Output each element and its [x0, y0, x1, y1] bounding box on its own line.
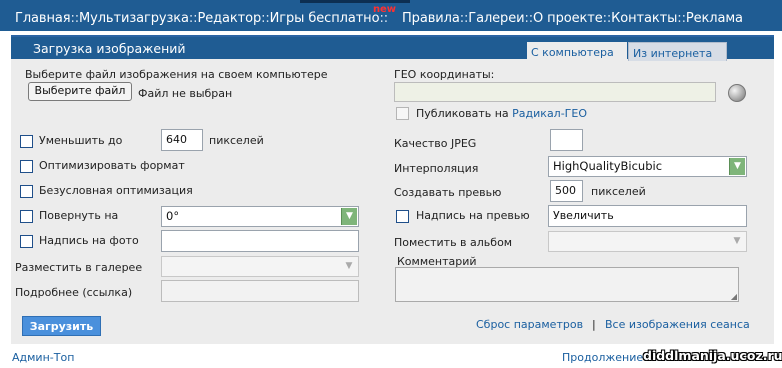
geo-label: ГЕО координаты: — [394, 68, 495, 81]
interpolation-label: Интерполяция — [394, 162, 479, 175]
reduce-unit-label: пикселей — [209, 134, 264, 147]
more-link-input[interactable] — [161, 280, 359, 302]
watermark: diddlmanija.ucoz.ru — [643, 348, 782, 363]
reset-params-link[interactable]: Сброс параметров — [476, 318, 583, 331]
nav-item-editor[interactable]: Редактор — [197, 11, 261, 26]
choose-file-button[interactable]: Выберите файл — [28, 82, 132, 101]
preview-caption-checkbox[interactable] — [396, 210, 409, 223]
page-title: Загрузка изображений — [33, 41, 186, 56]
preview-caption-input[interactable]: Увеличить — [548, 205, 747, 227]
dropdown-arrow-icon: ▼ — [733, 236, 741, 246]
rotate-select[interactable]: 0° ▼ — [161, 206, 359, 227]
session-images-link[interactable]: Все изображения сеанса — [605, 318, 750, 331]
optimize-format-checkbox[interactable] — [20, 160, 33, 173]
nav-item-free-games[interactable]: Игры бесплатно — [270, 11, 380, 26]
upload-button[interactable]: Загрузить — [22, 316, 101, 336]
publish-geo-text: Публиковать на — [416, 107, 509, 120]
nav-item-home[interactable]: Главная — [15, 11, 71, 26]
optimize-format-label: Оптимизировать формат — [39, 159, 185, 172]
nav-item-ads[interactable]: Реклама — [686, 11, 743, 26]
upload-panel: Загрузка изображений С компьютера Из инт… — [11, 35, 774, 344]
gallery-label: Разместить в галерее — [15, 261, 143, 274]
links-separator: | — [592, 318, 596, 331]
file-prompt-label: Выберите файл изображения на своем компь… — [25, 68, 328, 81]
photo-caption-checkbox[interactable] — [20, 235, 33, 248]
more-link-label: Подробнее (ссылка) — [15, 286, 133, 299]
preview-label: Создавать превью — [394, 186, 502, 199]
rotate-checkbox[interactable] — [20, 210, 33, 223]
preview-unit-label: пикселей — [591, 185, 646, 198]
force-optimization-checkbox[interactable] — [20, 185, 33, 198]
reduce-checkbox[interactable] — [20, 135, 33, 148]
preview-size-input[interactable]: 500 — [550, 180, 583, 202]
nav-top-strip — [300, 0, 410, 3]
nav-item-about[interactable]: О проекте — [533, 11, 603, 26]
radikal-geo-link[interactable]: Радикал-ГЕО — [512, 107, 587, 120]
publish-geo-label: Публиковать на Радикал-ГЕО — [416, 107, 587, 120]
geo-coordinates-input[interactable] — [394, 82, 716, 102]
gallery-select[interactable]: ▼ — [161, 256, 359, 277]
rotate-select-value: 0° — [166, 209, 180, 223]
dropdown-arrow-icon: ▼ — [341, 208, 357, 225]
nav-item-rules[interactable]: Правила — [402, 11, 460, 26]
nav-item-multiupload[interactable]: Мультизагрузка — [79, 11, 189, 26]
nav-item-contacts[interactable]: Контакты — [611, 11, 677, 26]
album-label: Поместить в альбом — [394, 236, 513, 249]
interpolation-select[interactable]: HighQualityBicubic ▼ — [548, 156, 747, 177]
tab-from-internet[interactable]: Из интернета — [628, 42, 727, 61]
globe-icon[interactable] — [728, 84, 746, 102]
rotate-label: Повернуть на — [39, 209, 119, 222]
new-badge: new — [373, 4, 396, 15]
continue-link[interactable]: Продолжение — [562, 351, 643, 364]
dropdown-arrow-icon: ▼ — [729, 158, 745, 175]
tab-from-computer[interactable]: С компьютера — [527, 42, 627, 61]
jpeg-quality-label: Качество JPEG — [394, 137, 477, 150]
nav-item-galleries[interactable]: Галереи — [468, 11, 524, 26]
jpeg-quality-input[interactable] — [550, 129, 583, 151]
nav-separator: :: — [677, 11, 686, 26]
nav-separator: :: — [602, 11, 612, 26]
photo-caption-label: Надпись на фото — [39, 234, 139, 247]
photo-caption-input[interactable] — [161, 230, 359, 252]
nav-separator: :: — [524, 11, 534, 26]
nav-separator: :: — [70, 11, 80, 26]
nav-separator: :: — [261, 11, 270, 26]
admin-top-link[interactable]: Админ-Топ — [12, 351, 74, 364]
nav-separator: :: — [459, 11, 469, 26]
reduce-size-input[interactable]: 640 — [161, 129, 203, 151]
reduce-label: Уменьшить до — [39, 134, 123, 147]
file-status-label: Файл не выбран — [138, 87, 233, 100]
resize-grip-icon[interactable]: ◢ — [731, 292, 737, 301]
publish-geo-checkbox[interactable] — [396, 107, 409, 120]
album-select[interactable]: ▼ — [548, 231, 747, 252]
top-nav-bar: Главная::Мультизагрузка::Редактор::Игры … — [0, 0, 782, 31]
dropdown-arrow-icon: ▼ — [345, 261, 353, 271]
preview-caption-label: Надпись на превью — [416, 209, 530, 222]
interpolation-select-value: HighQualityBicubic — [553, 159, 663, 173]
comment-textarea[interactable]: ◢ — [395, 267, 739, 302]
main-nav: Главная::Мультизагрузка::Редактор::Игры … — [15, 4, 743, 26]
force-optimization-label: Безусловная оптимизация — [39, 184, 193, 197]
